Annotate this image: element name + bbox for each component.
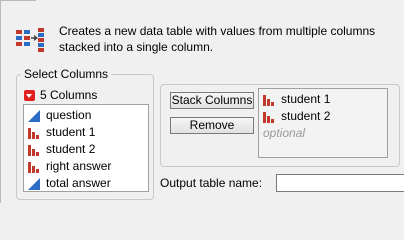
- window-edge-top: [0, 0, 36, 1]
- column-name: question: [46, 108, 92, 122]
- continuous-icon: [28, 109, 40, 122]
- column-list[interactable]: question student 1 student 2 right answe…: [23, 104, 149, 192]
- continuous-icon: [28, 177, 40, 190]
- stack-table-icon: [16, 28, 44, 52]
- nominal-icon: [28, 144, 40, 156]
- window-edge-left: [0, 0, 1, 203]
- stack-columns-list[interactable]: student 1 student 2 optional: [258, 88, 388, 158]
- stacked-item-student-2[interactable]: student 2: [259, 108, 387, 125]
- select-columns-title: Select Columns: [21, 67, 112, 81]
- column-name: total answer: [46, 176, 111, 190]
- red-triangle-menu-icon[interactable]: [24, 89, 35, 101]
- optional-hint: optional: [263, 126, 306, 140]
- column-name: right answer: [46, 159, 112, 173]
- remove-button[interactable]: Remove: [170, 117, 254, 134]
- columns-count-label: 5 Columns: [40, 88, 98, 102]
- list-item-total-answer[interactable]: total answer: [24, 175, 148, 192]
- nominal-icon: [28, 161, 40, 173]
- stacked-column-name: student 2: [281, 109, 331, 123]
- list-item-right-answer[interactable]: right answer: [24, 158, 148, 175]
- list-item-question[interactable]: question: [24, 107, 148, 124]
- output-table-name-input[interactable]: [276, 174, 404, 192]
- stack-columns-button[interactable]: Stack Columns: [170, 92, 254, 109]
- dialog-description: Creates a new data table with values fro…: [59, 24, 376, 54]
- nominal-icon: [263, 111, 275, 123]
- stacked-column-name: student 1: [281, 92, 331, 106]
- list-item-student-1[interactable]: student 1: [24, 124, 148, 141]
- list-item-student-2[interactable]: student 2: [24, 141, 148, 158]
- nominal-icon: [263, 94, 275, 106]
- columns-count-row: 5 Columns: [24, 88, 97, 102]
- column-name: student 2: [46, 142, 96, 156]
- nominal-icon: [28, 127, 40, 139]
- stacked-item-student-1[interactable]: student 1: [259, 91, 387, 108]
- output-table-name-label: Output table name:: [160, 176, 263, 190]
- column-name: student 1: [46, 125, 96, 139]
